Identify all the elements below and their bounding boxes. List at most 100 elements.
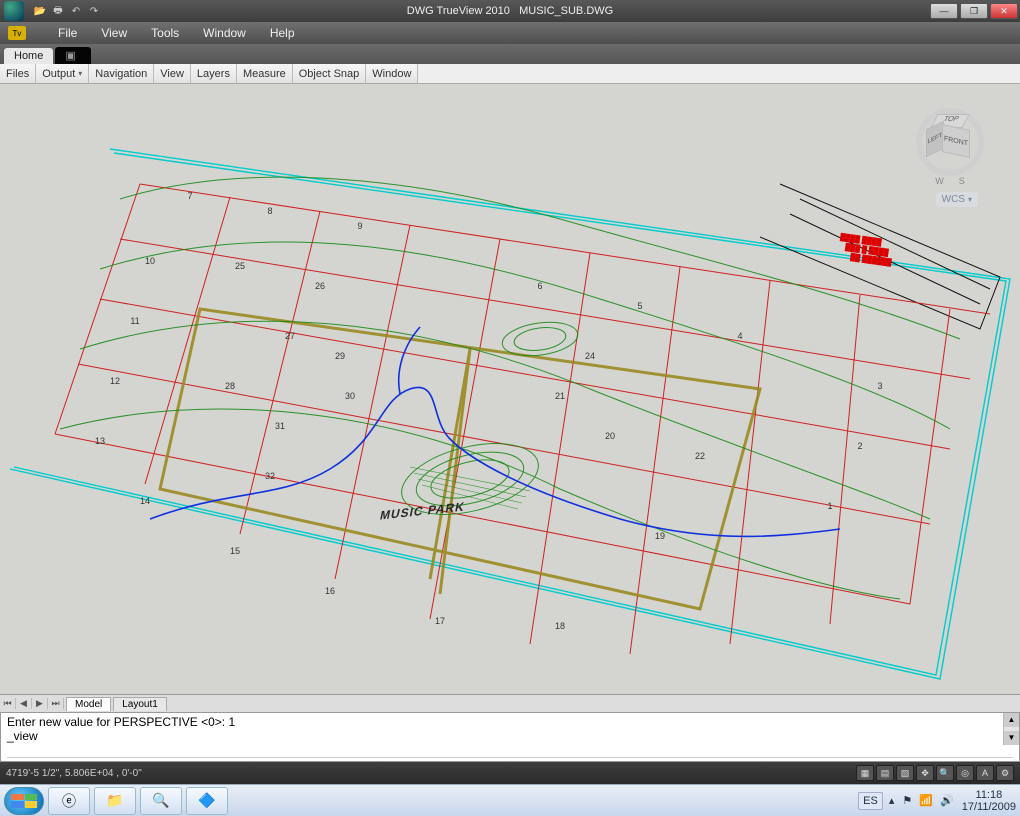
- title-bar: 📂 🖶 ↶ ↷ DWG TrueView 2010 MUSIC_SUB.DWG …: [0, 0, 1020, 22]
- svg-text:20: 20: [605, 431, 615, 441]
- tray-language[interactable]: ES: [858, 792, 883, 810]
- svg-text:6: 6: [537, 281, 542, 291]
- ribbon-tab-home[interactable]: Home: [4, 48, 53, 64]
- ribbon-panel-measure[interactable]: Measure: [237, 64, 293, 83]
- svg-text:14: 14: [140, 496, 150, 506]
- taskbar-ie-icon[interactable]: ⓔ: [48, 787, 90, 815]
- svg-text:1: 1: [827, 501, 832, 511]
- taskbar-magnifier-icon[interactable]: 🔍: [140, 787, 182, 815]
- system-tray: ES ▴ ⚑ 📶 🔊 11:18 17/11/2009: [858, 789, 1016, 813]
- svg-text:12: 12: [110, 376, 120, 386]
- menu-view[interactable]: View: [101, 26, 127, 40]
- layout-nav-prev-icon[interactable]: ◀: [16, 698, 32, 709]
- status-settings-icon[interactable]: ⚙: [996, 765, 1014, 781]
- ribbon-panel-view[interactable]: View: [154, 64, 191, 83]
- svg-text:25: 25: [235, 261, 245, 271]
- window-controls: — ❐ ✕: [930, 3, 1020, 19]
- svg-text:7: 7: [187, 191, 192, 201]
- ribbon-panel-files[interactable]: Files: [0, 64, 36, 83]
- svg-text:27: 27: [285, 331, 295, 341]
- command-input[interactable]: [7, 757, 1013, 759]
- svg-text:9: 9: [357, 221, 362, 231]
- status-annoscale-icon[interactable]: A: [976, 765, 994, 781]
- svg-text:26: 26: [315, 281, 325, 291]
- scroll-down-icon[interactable]: ▼: [1004, 731, 1019, 745]
- svg-text:18: 18: [555, 621, 565, 631]
- menu-tools[interactable]: Tools: [151, 26, 179, 40]
- maximize-button[interactable]: ❐: [960, 3, 988, 19]
- app-icon[interactable]: [4, 1, 24, 21]
- menu-help[interactable]: Help: [270, 26, 295, 40]
- status-coordinates: 4719'-5 1/2", 5.806E+04 , 0'-0": [6, 768, 142, 779]
- windows-taskbar: ⓔ 📁 🔍 🔷 ES ▴ ⚑ 📶 🔊 11:18 17/11/2009: [0, 784, 1020, 816]
- minimize-button[interactable]: —: [930, 3, 958, 19]
- ribbon-panel-window[interactable]: Window: [366, 64, 418, 83]
- svg-text:22: 22: [695, 451, 705, 461]
- layout-tab-strip: ⏮ ◀ ▶ ⏭ Model Layout1: [0, 694, 1020, 712]
- svg-text:31: 31: [275, 421, 285, 431]
- taskbar-trueview-icon[interactable]: 🔷: [186, 787, 228, 815]
- window-title: DWG TrueView 2010 MUSIC_SUB.DWG: [407, 5, 613, 17]
- tray-flag-icon[interactable]: ⚑: [902, 795, 912, 807]
- svg-text:10: 10: [145, 256, 155, 266]
- tray-icons[interactable]: ⚑ 📶 🔊: [900, 794, 955, 807]
- drawing-canvas[interactable]: ████ ████ ███ █ ████ ██ ██████: [0, 84, 1020, 694]
- svg-text:29: 29: [335, 351, 345, 361]
- status-model-toggle[interactable]: ▦: [856, 765, 874, 781]
- viewcube[interactable]: TOP LEFT FRONT W S: [910, 102, 990, 182]
- command-scrollbar[interactable]: ▲ ▼: [1003, 713, 1019, 745]
- status-grid-toggle[interactable]: ▤: [876, 765, 894, 781]
- ribbon-panel-output[interactable]: Output: [36, 64, 89, 83]
- status-zoom-icon[interactable]: 🔍: [936, 765, 954, 781]
- svg-text:3: 3: [877, 381, 882, 391]
- layout-nav-last-icon[interactable]: ⏭: [48, 698, 64, 709]
- status-bar: 4719'-5 1/2", 5.806E+04 , 0'-0" ▦ ▤ ▧ ✥ …: [0, 762, 1020, 784]
- ribbon-tab-collapse[interactable]: ▣: [55, 47, 91, 64]
- svg-text:24: 24: [585, 351, 595, 361]
- layout-nav-next-icon[interactable]: ▶: [32, 698, 48, 709]
- svg-text:2: 2: [857, 441, 862, 451]
- scroll-up-icon[interactable]: ▲: [1004, 713, 1019, 727]
- qat-undo-icon[interactable]: ↶: [68, 3, 84, 19]
- tray-network-icon[interactable]: 📶: [919, 795, 933, 807]
- layout-tab-layout1[interactable]: Layout1: [113, 697, 167, 711]
- qat-plot-icon[interactable]: 🖶: [50, 3, 66, 19]
- command-history-line: _view: [7, 729, 1013, 743]
- ribbon-panel-navigation[interactable]: Navigation: [89, 64, 154, 83]
- qat-redo-icon[interactable]: ↷: [86, 3, 102, 19]
- ribbon-panel-strip: Files Output Navigation View Layers Meas…: [0, 64, 1020, 84]
- status-orbit-icon[interactable]: ◎: [956, 765, 974, 781]
- menu-bar: Tv File View Tools Window Help: [0, 22, 1020, 44]
- svg-text:17: 17: [435, 616, 445, 626]
- status-pan-icon[interactable]: ✥: [916, 765, 934, 781]
- ribbon-tab-strip: Home ▣: [0, 44, 1020, 64]
- wcs-dropdown[interactable]: WCS: [936, 192, 978, 207]
- svg-text:32: 32: [265, 471, 275, 481]
- qat-open-icon[interactable]: 📂: [32, 3, 48, 19]
- svg-text:19: 19: [655, 531, 665, 541]
- layout-nav-first-icon[interactable]: ⏮: [0, 698, 16, 709]
- svg-text:16: 16: [325, 586, 335, 596]
- ribbon-panel-layers[interactable]: Layers: [191, 64, 237, 83]
- status-layout-toggle[interactable]: ▧: [896, 765, 914, 781]
- layout-tab-model[interactable]: Model: [66, 697, 111, 711]
- tray-volume-icon[interactable]: 🔊: [940, 795, 954, 807]
- menu-window[interactable]: Window: [203, 26, 246, 40]
- quick-access-toolbar: 📂 🖶 ↶ ↷: [32, 3, 102, 19]
- ribbon-panel-object-snap[interactable]: Object Snap: [293, 64, 367, 83]
- start-button[interactable]: [4, 787, 44, 815]
- viewcube-compass: W S: [910, 176, 990, 186]
- svg-text:8: 8: [267, 206, 272, 216]
- svg-text:11: 11: [130, 316, 139, 326]
- svg-text:4: 4: [737, 331, 742, 341]
- command-window[interactable]: Enter new value for PERSPECTIVE <0>: 1 _…: [0, 712, 1020, 762]
- taskbar-explorer-icon[interactable]: 📁: [94, 787, 136, 815]
- viewcube-face-front[interactable]: FRONT: [942, 124, 970, 158]
- svg-text:28: 28: [225, 381, 235, 391]
- tray-show-hidden-icon[interactable]: ▴: [889, 794, 895, 807]
- close-button[interactable]: ✕: [990, 3, 1018, 19]
- tray-clock[interactable]: 11:18 17/11/2009: [962, 789, 1016, 813]
- menu-file[interactable]: File: [58, 26, 77, 40]
- trueview-badge-icon[interactable]: Tv: [8, 26, 26, 40]
- svg-text:30: 30: [345, 391, 355, 401]
